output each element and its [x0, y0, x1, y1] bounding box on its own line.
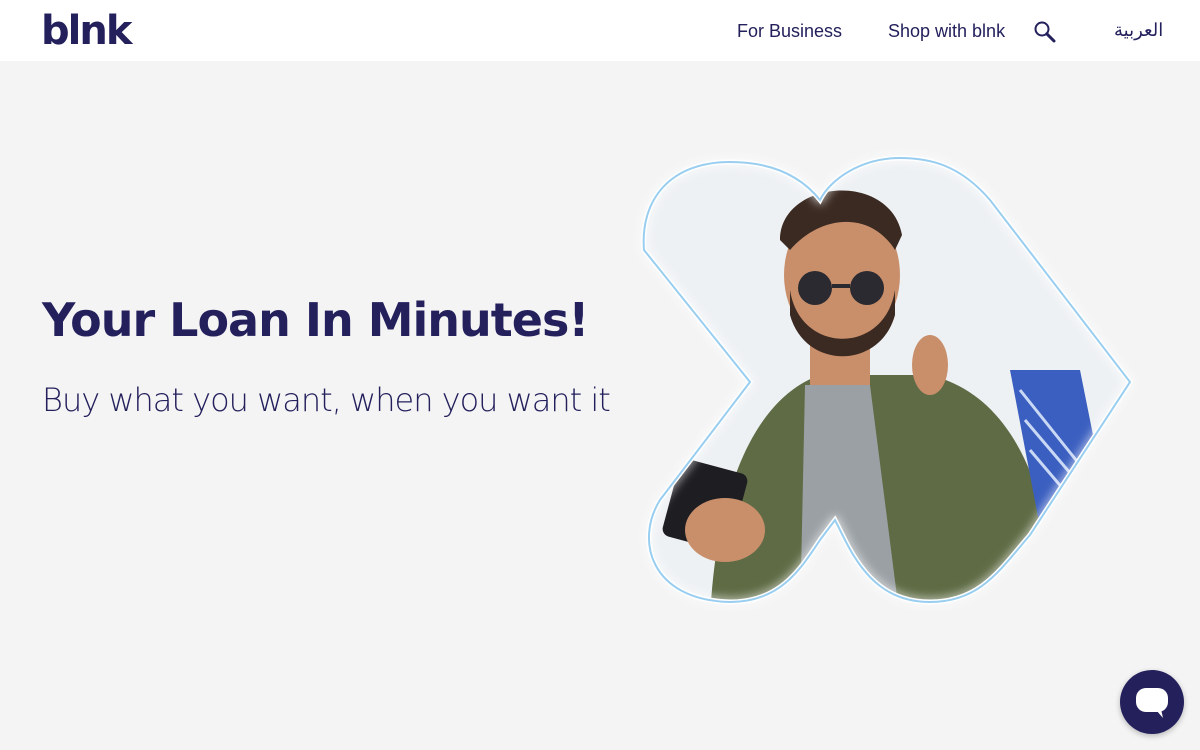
language-switch-arabic[interactable]: العربية — [1114, 18, 1163, 42]
hero-title: Your Loan In Minutes! — [42, 293, 589, 347]
hero-subtitle: Buy what you want, when you want it — [42, 381, 611, 419]
nav-for-business[interactable]: For Business — [737, 19, 842, 43]
chat-button[interactable] — [1120, 670, 1184, 734]
site-header: blnk For Business Shop with blnk العربية — [0, 0, 1200, 61]
chat-bubble-icon — [1136, 688, 1168, 718]
nav-shop-with-blnk[interactable]: Shop with blnk — [888, 19, 1005, 43]
hero-image-man-shopping — [630, 140, 1150, 620]
blnk-logo[interactable]: blnk — [41, 6, 132, 56]
search-icon[interactable] — [1033, 20, 1057, 44]
